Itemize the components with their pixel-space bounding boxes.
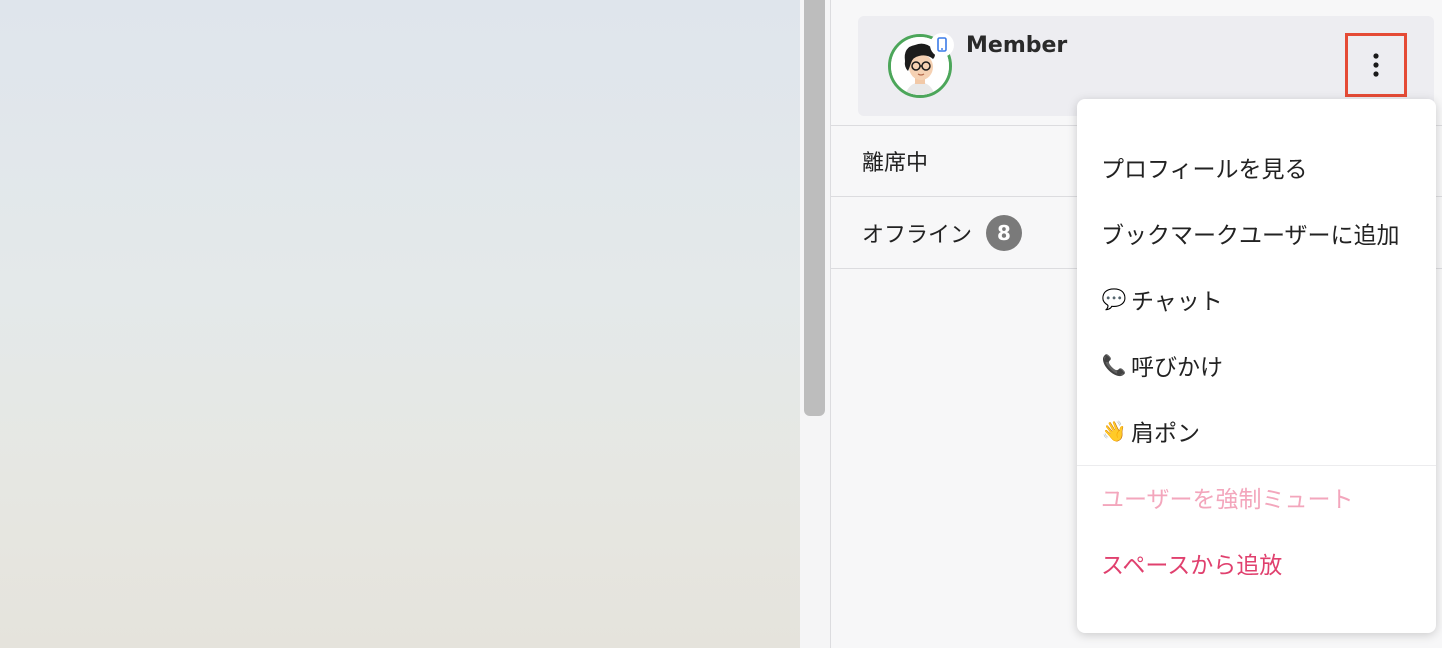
menu-item-label: ユーザーを強制ミュート (1101, 487, 1354, 513)
menu-item-label: スペースから追放 (1101, 553, 1283, 579)
scrollbar[interactable] (800, 0, 830, 648)
scrollbar-thumb[interactable] (804, 0, 825, 416)
speech-bubble-icon: 💬 (1101, 287, 1127, 311)
member-context-menu: プロフィールを見る ブックマークユーザーに追加 💬 チャット 📞 呼びかけ 👋 … (1077, 99, 1436, 633)
menu-item-add-bookmark[interactable]: ブックマークユーザーに追加 (1101, 213, 1400, 253)
menu-item-label: プロフィールを見る (1101, 157, 1308, 183)
menu-item-tap-shoulder[interactable]: 👋 肩ポン (1101, 411, 1200, 451)
menu-item-label: 呼びかけ (1131, 355, 1223, 381)
menu-item-label: 肩ポン (1131, 421, 1200, 447)
member-name: Member (966, 33, 1068, 58)
kebab-menu-icon (1373, 53, 1379, 77)
menu-item-label: ブックマークユーザーに追加 (1101, 223, 1400, 249)
more-options-button[interactable] (1345, 33, 1407, 97)
menu-item-call[interactable]: 📞 呼びかけ (1101, 345, 1223, 385)
mobile-device-icon (930, 33, 954, 57)
menu-divider (1077, 465, 1436, 466)
offline-count-badge: 8 (986, 214, 1023, 251)
workspace-background (0, 0, 800, 648)
menu-item-label: チャット (1131, 289, 1223, 315)
phone-icon: 📞 (1101, 353, 1127, 377)
menu-item-force-mute[interactable]: ユーザーを強制ミュート (1101, 477, 1354, 517)
menu-item-kick-from-space[interactable]: スペースから追放 (1101, 543, 1282, 583)
menu-item-chat[interactable]: 💬 チャット (1101, 279, 1223, 319)
section-offline-label: オフライン (862, 222, 973, 248)
menu-item-view-profile[interactable]: プロフィールを見る (1101, 147, 1308, 187)
section-away-label: 離席中 (862, 151, 929, 176)
waving-hand-icon: 👋 (1101, 419, 1127, 443)
